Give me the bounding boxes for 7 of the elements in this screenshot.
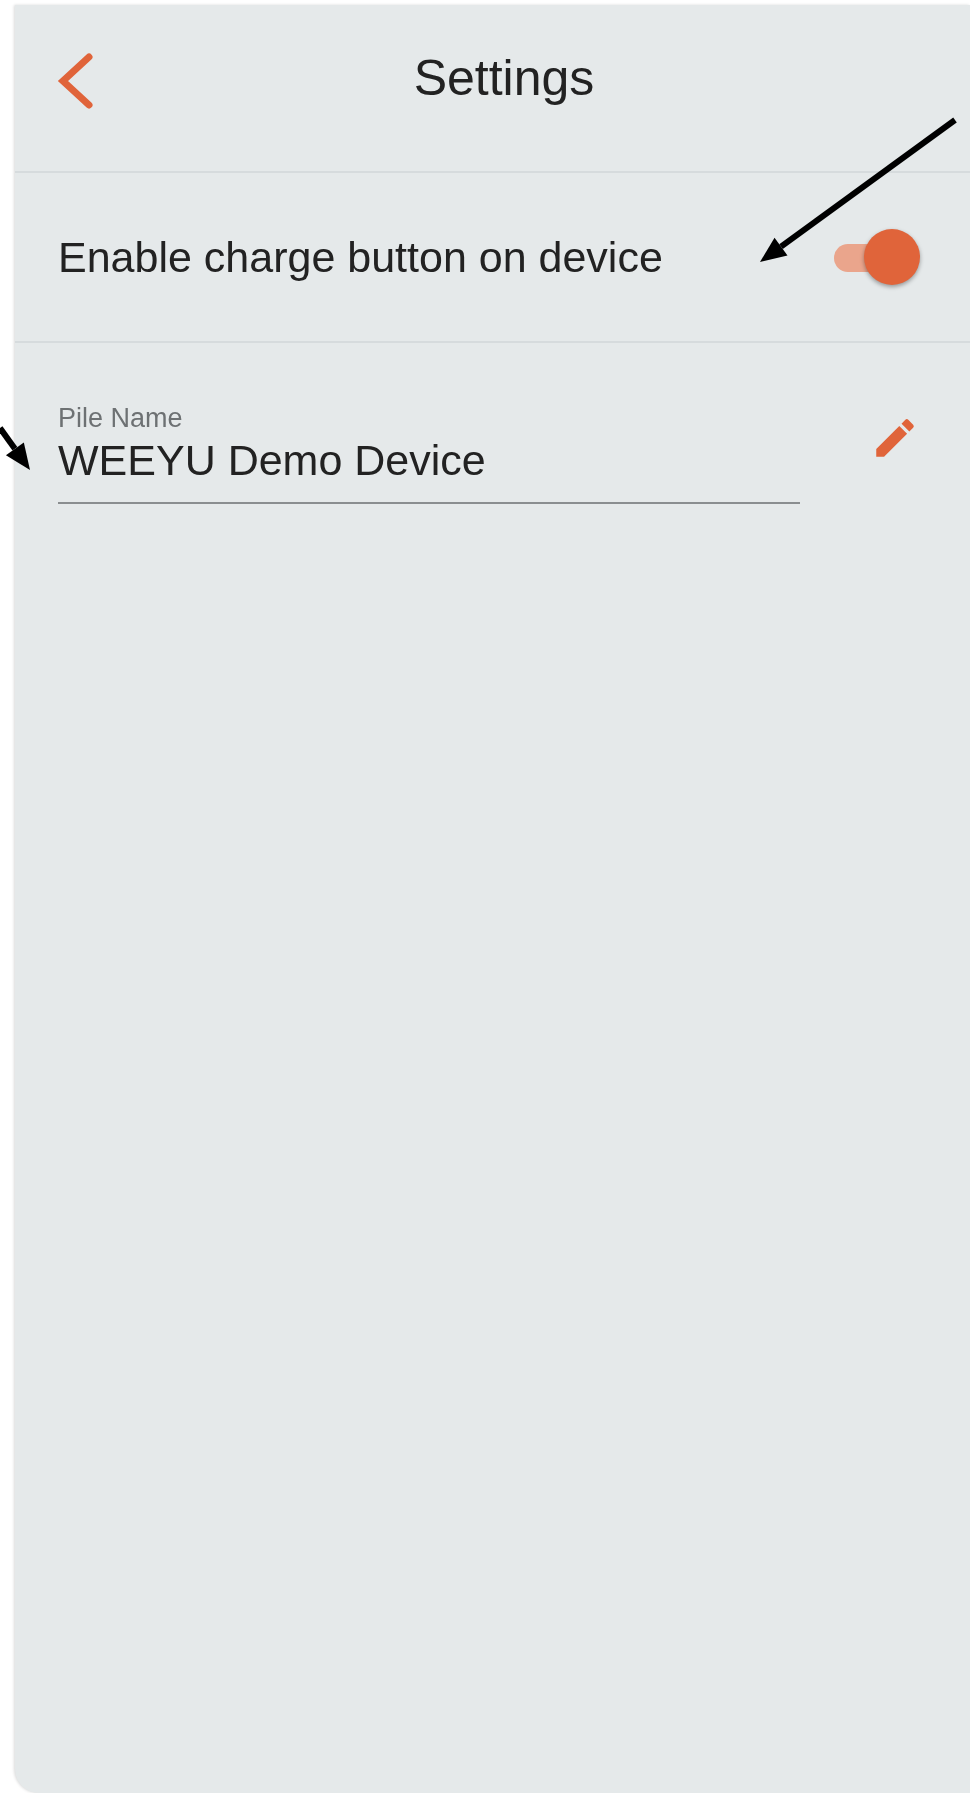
annotation-arrow	[0, 426, 30, 470]
field-label: Pile Name	[58, 405, 184, 432]
back-icon[interactable]	[57, 53, 93, 109]
toggle-label: Enable charge button on device	[58, 231, 663, 283]
name-field[interactable]: Pile Name WEEYU Demo Device	[58, 405, 800, 504]
screen-title: Settings	[412, 53, 596, 103]
field-value: WEEYU Demo Device	[58, 435, 487, 486]
